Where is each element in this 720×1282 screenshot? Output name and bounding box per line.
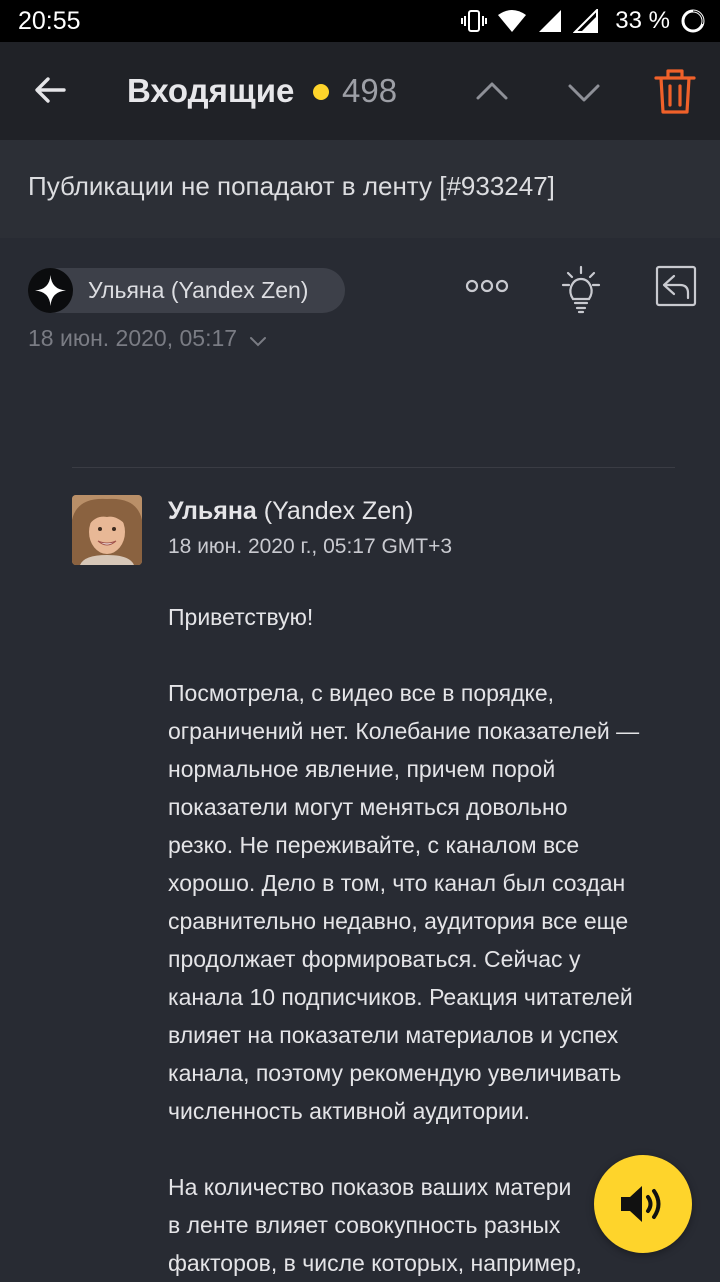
text-line: канала, поэтому рекомендую увеличивать xyxy=(168,1060,622,1086)
sender-name: Ульяна (Yandex Zen) xyxy=(88,277,309,303)
toolbar: Входящие 498 xyxy=(0,42,720,140)
avatar xyxy=(72,495,142,565)
signal-icon xyxy=(537,9,563,33)
read-aloud-button[interactable] xyxy=(594,1155,692,1253)
greeting: Приветствую! xyxy=(168,604,314,630)
chevron-up-icon[interactable] xyxy=(472,72,512,112)
arrow-left-icon[interactable] xyxy=(30,70,70,110)
header-date[interactable]: 18 июн. 2020, 05:17 xyxy=(28,325,267,353)
trash-icon[interactable] xyxy=(652,66,698,116)
text-line: показатели могут меняться довольно xyxy=(168,794,568,820)
text-line: сравнительно недавно, аудитория все еще xyxy=(168,908,629,934)
chevron-down-icon[interactable] xyxy=(564,72,604,112)
unread-indicator xyxy=(313,84,329,100)
text-line: нормальное явление, причем порой xyxy=(168,756,556,782)
wifi-icon xyxy=(497,9,527,33)
unread-count: 498 xyxy=(342,72,398,109)
status-icons: 33 % xyxy=(461,6,706,36)
message-date: 18 июн. 2020 г., 05:17 GMT+3 xyxy=(168,535,453,558)
vibrate-icon xyxy=(461,9,488,33)
lightbulb-icon[interactable] xyxy=(560,265,602,315)
text-line: факторов, в числе которых, например, xyxy=(168,1250,582,1276)
zen-star-icon xyxy=(35,275,66,306)
header-date-text: 18 июн. 2020, 05:17 xyxy=(28,325,238,351)
battery-icon xyxy=(680,8,706,34)
sender-chip[interactable]: Ульяна (Yandex Zen) xyxy=(28,268,345,313)
signal-icon-2 xyxy=(573,9,599,33)
text-line: продолжает формироваться. Сейчас у xyxy=(168,946,581,972)
battery-percent: 33 % xyxy=(615,7,670,34)
person-photo-icon xyxy=(72,495,142,565)
text-line: резко. Не переживайте, с каналом все xyxy=(168,832,580,858)
text-line: ограничений нет. Колебание показателей — xyxy=(168,718,640,744)
text-line: влияет на показатели материалов и успех xyxy=(168,1022,619,1048)
reply-icon[interactable] xyxy=(654,264,698,308)
text-line: канала 10 подписчиков. Реакция читателей xyxy=(168,984,633,1010)
sender-avatar xyxy=(28,268,73,313)
chevron-down-icon xyxy=(249,326,267,353)
subject-bar: Публикации не попадают в ленту [#933247] xyxy=(0,140,720,238)
text-line: Посмотрела, с видео все в порядке, xyxy=(168,680,555,706)
more-dots-icon[interactable] xyxy=(465,276,509,296)
message-from: Ульяна (Yandex Zen) xyxy=(168,497,413,526)
status-bar: 20:55 33 % xyxy=(0,0,720,42)
speaker-icon xyxy=(621,1186,661,1222)
status-time: 20:55 xyxy=(18,7,81,35)
folder-title[interactable]: Входящие xyxy=(127,72,294,110)
text-line: хорошо. Дело в том, что канал был создан xyxy=(168,870,626,896)
from-org: (Yandex Zen) xyxy=(263,497,414,525)
paragraph: Посмотрела, с видео все в порядке, огран… xyxy=(168,674,698,1130)
divider xyxy=(72,467,675,468)
text-line: численность активной аудитории. xyxy=(168,1098,531,1124)
message-subject: Публикации не попадают в ленту [#933247] xyxy=(28,171,555,201)
from-name: Ульяна xyxy=(168,497,257,525)
